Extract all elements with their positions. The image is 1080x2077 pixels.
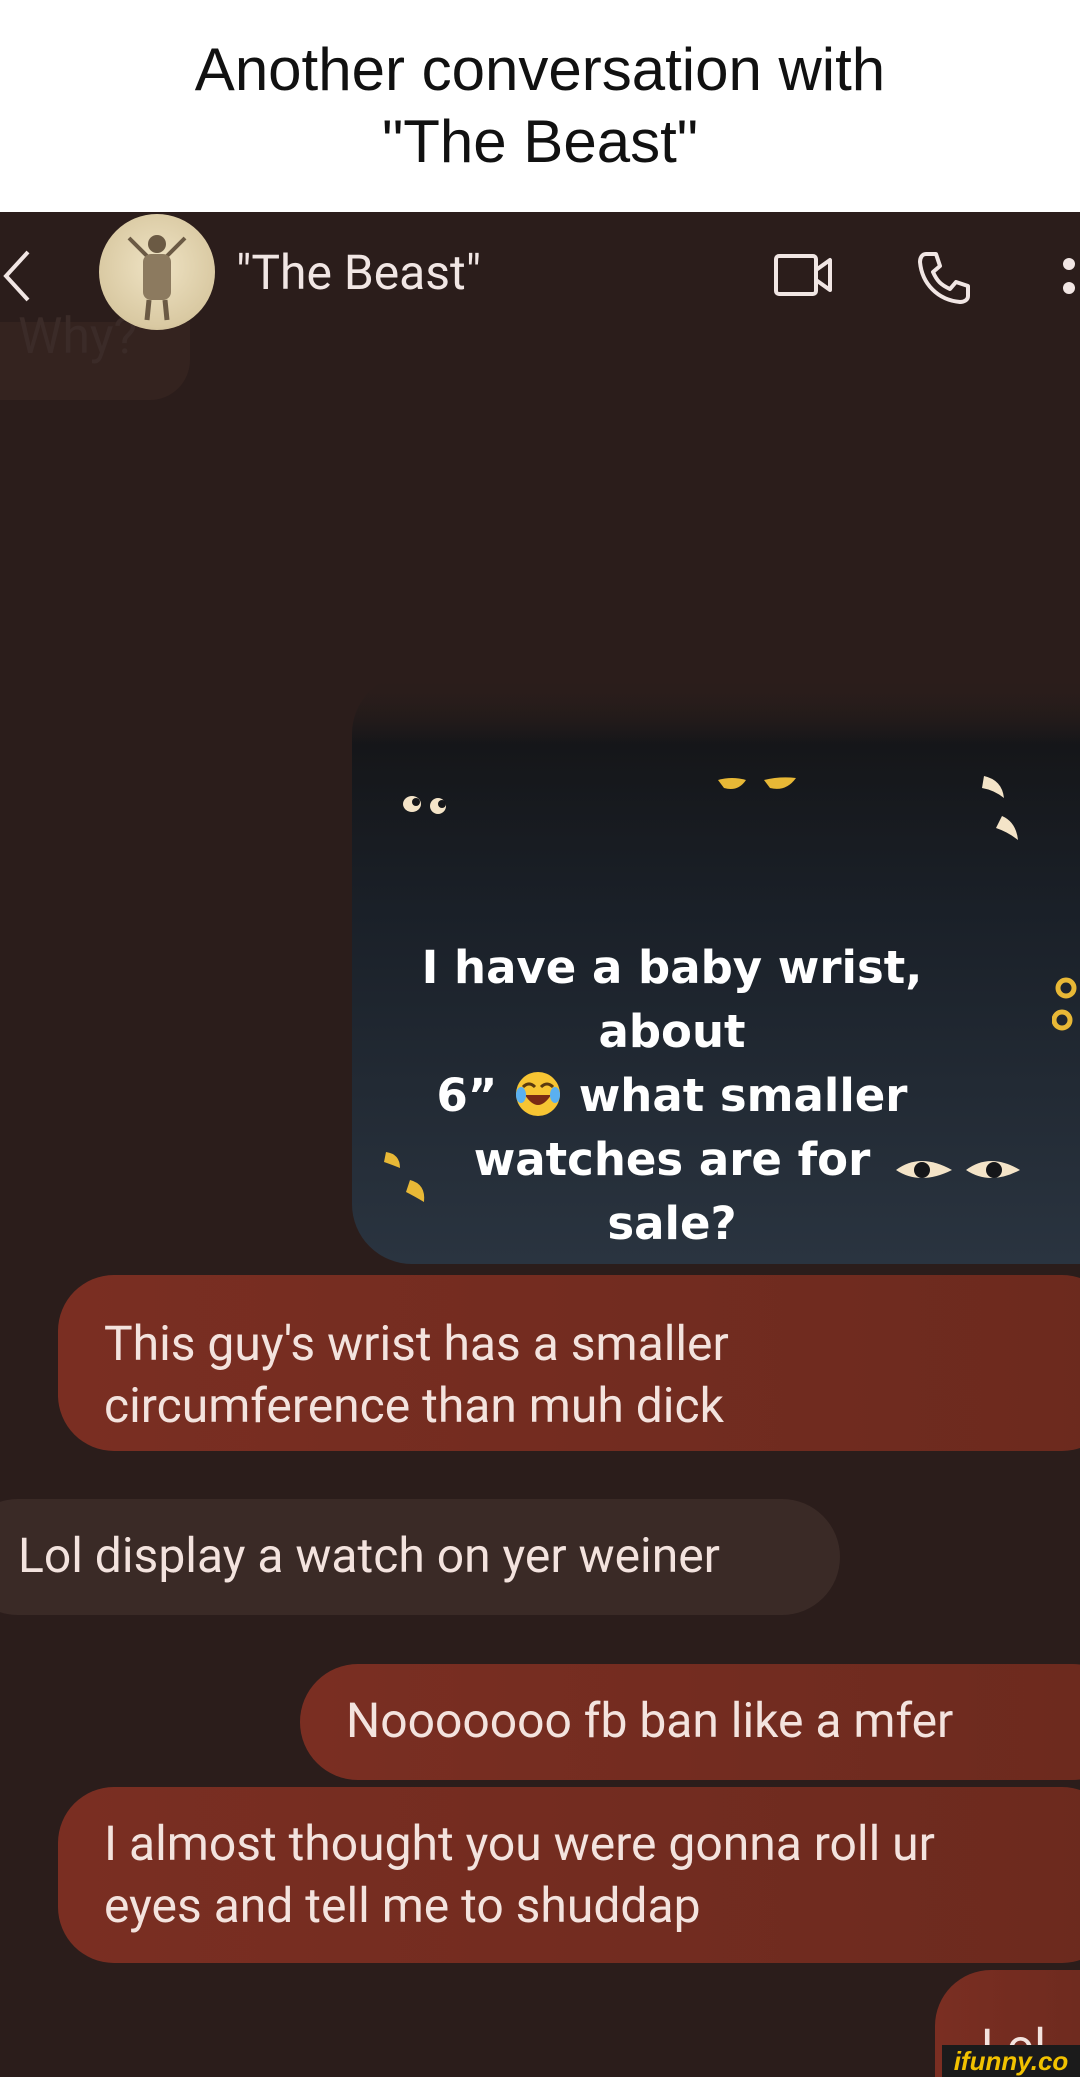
contact-name[interactable]: "The Beast": [236, 244, 481, 301]
image-top-fade: [352, 674, 1080, 744]
eyes-icon: [1052, 977, 1077, 1031]
image-text-size: 6”: [436, 1069, 498, 1122]
outgoing-message-bubble[interactable]: This guy's wrist has a smaller circumfer…: [58, 1275, 1080, 1451]
back-icon[interactable]: [0, 246, 40, 306]
outgoing-message-bubble[interactable]: Nooooooo fb ban like a mfer: [300, 1664, 1080, 1780]
message-line: This guy's wrist has a smaller: [104, 1315, 729, 1372]
image-message[interactable]: I have a baby wrist, about 6” what small…: [352, 674, 1080, 1264]
eyes-icon: [718, 777, 796, 789]
avatar[interactable]: [99, 214, 215, 330]
phone-icon[interactable]: [914, 248, 972, 306]
outgoing-message-bubble[interactable]: I almost thought you were gonna roll ur …: [58, 1787, 1080, 1963]
caption-line-1: Another conversation with: [194, 36, 886, 103]
ifunny-watermark: ifunny.co: [942, 2045, 1080, 2077]
image-text-line-2: 6” what smaller: [412, 1064, 932, 1128]
more-options-icon[interactable]: [1058, 256, 1080, 326]
image-text-line-1: I have a baby wrist, about: [421, 941, 923, 1058]
message-line: eyes and tell me to shuddap: [104, 1877, 701, 1934]
message-text: I almost thought you were gonna roll ur …: [104, 1813, 935, 1937]
laughing-emoji-icon: [516, 1072, 561, 1116]
chat-header: "The Beast": [0, 212, 1080, 337]
eyes-icon: [403, 796, 446, 814]
message-line: circumference than muh dick: [104, 1377, 724, 1434]
image-message-text: I have a baby wrist, about 6” what small…: [412, 936, 932, 1256]
image-text-line-3: watches are for sale?: [473, 1133, 871, 1250]
message-line: I almost thought you were gonna roll ur: [104, 1815, 935, 1872]
message-text: This guy's wrist has a smaller circumfer…: [104, 1313, 729, 1437]
chat-screen: Why? "The Beast" I have a baby wrist, ab…: [0, 212, 1080, 2077]
video-call-icon[interactable]: [772, 250, 836, 300]
eyes-icon: [982, 776, 1018, 840]
message-text: Nooooooo fb ban like a mfer: [346, 1692, 954, 1749]
avatar-figure-icon: [127, 235, 187, 321]
image-text-question: what smaller: [578, 1069, 908, 1122]
caption-line-2: "The Beast": [381, 108, 699, 175]
incoming-message-bubble[interactable]: Lol display a watch on yer weiner: [0, 1499, 840, 1615]
message-text: Lol display a watch on yer weiner: [18, 1527, 720, 1584]
meme-caption: Another conversation with "The Beast": [0, 0, 1080, 212]
